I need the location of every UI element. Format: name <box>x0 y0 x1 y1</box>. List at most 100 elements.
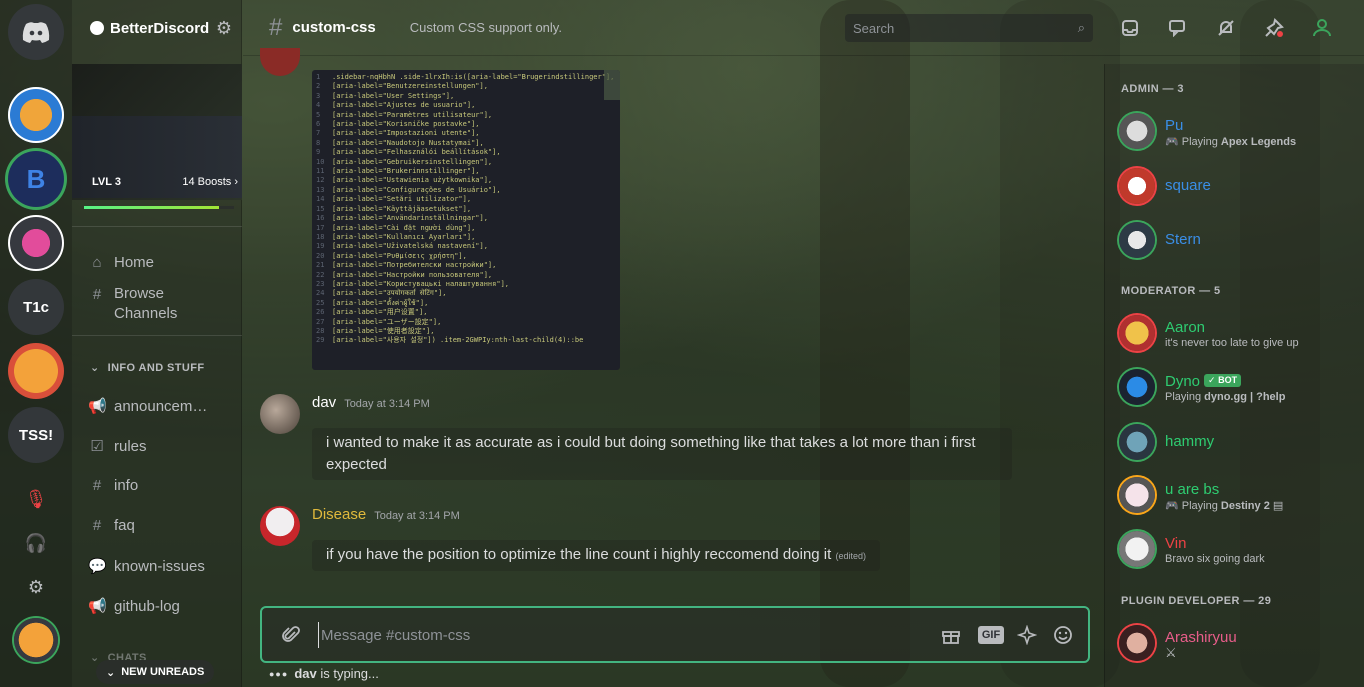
code-line: 19 [aria-label="Uživatelská nastavení"], <box>316 242 488 251</box>
server-icon-cat-blue[interactable] <box>8 87 64 143</box>
member-list-icon[interactable] <box>1310 16 1334 40</box>
attach-paperclip-icon[interactable] <box>278 622 304 648</box>
member-item[interactable]: hammy <box>1119 420 1359 464</box>
message-timestamp: Today at 3:14 PM <box>344 398 430 410</box>
member-item[interactable]: Dyno ✓ BOT Playing dyno.gg | ?help <box>1119 365 1359 409</box>
member-item[interactable]: square <box>1119 164 1359 208</box>
new-unreads-button[interactable]: ⌄ NEW UNREADS <box>96 660 215 684</box>
code-line: 15 [aria-label="Käyttäjäasetukset"], <box>316 204 472 213</box>
role-header-admin: ADMIN — 3 <box>1121 83 1184 95</box>
guild-settings-gear-icon[interactable]: ⚙ <box>216 18 232 39</box>
search-bar[interactable]: Search ⌕ <box>845 14 1093 42</box>
member-item[interactable]: Vin Bravo six going dark <box>1119 527 1359 571</box>
code-line: 22 [aria-label="Настройки пользователя"], <box>316 270 493 279</box>
avatar <box>1119 477 1155 513</box>
channel-github-log[interactable]: 📢 github-log <box>88 597 238 616</box>
avatar[interactable] <box>260 506 300 546</box>
search-icon: ⌕ <box>1077 20 1085 35</box>
channel-rules[interactable]: ☑ rules <box>88 437 238 456</box>
code-line: 9 [aria-label="Felhasználói beállítások"]… <box>316 148 501 157</box>
code-line: 16 [aria-label="Användarinställningar"], <box>316 214 488 223</box>
code-line: 7 [aria-label="Impostazioni utente"], <box>316 129 480 138</box>
guild-header[interactable]: BetterDiscord ⚙ <box>72 0 242 56</box>
threads-icon[interactable] <box>1166 16 1190 40</box>
channel-announcements[interactable]: 📢 announcem… <box>88 397 238 416</box>
message-author[interactable]: Disease <box>312 506 366 523</box>
code-line: 2 [aria-label="Benutzereinstellungen"], <box>316 82 488 91</box>
browse-channels-icon: # <box>92 286 102 303</box>
inbox-icon[interactable] <box>1118 16 1142 40</box>
pinned-messages-icon[interactable] <box>1262 16 1286 40</box>
code-screenshot-attachment[interactable]: 1 .sidebar-nqHbhN .side-1lrxIh:is([aria-l… <box>312 70 620 370</box>
boost-progress-row[interactable]: LVL 3 14 Boosts › <box>92 176 238 188</box>
code-line: 14 [aria-label="Setări utilizator"], <box>316 195 472 204</box>
game-controller-icon: 🎮 <box>1165 136 1179 148</box>
member-item[interactable]: Pu 🎮 Playing Apex Legends <box>1119 109 1359 153</box>
chevron-down-icon: ⌄ <box>90 652 100 664</box>
role-header-plugin-developer: PLUGIN DEVELOPER — 29 <box>1121 595 1272 607</box>
chevron-down-icon: ⌄ <box>90 362 100 374</box>
member-item[interactable]: Aaron it's never too late to give up <box>1119 311 1359 355</box>
megaphone-icon: 📢 <box>88 398 107 415</box>
avatar[interactable] <box>260 394 300 434</box>
code-line: 3 [aria-label="User Settings"], <box>316 91 455 100</box>
message-list: 1 .sidebar-nqHbhN .side-1lrxIh:is([aria-l… <box>243 48 1103 606</box>
code-line: 6 [aria-label="Korisničke postavke"], <box>316 120 480 129</box>
betterdiscord-logo-icon: B <box>26 163 46 194</box>
discord-home-button[interactable] <box>8 4 64 60</box>
user-avatar[interactable] <box>14 618 58 662</box>
member-item[interactable]: Arashiryuu ⚔ <box>1119 621 1359 665</box>
category-info-and-stuff[interactable]: ⌄ INFO AND STUFF <box>90 361 204 375</box>
code-minimap <box>604 70 620 100</box>
server-level: LVL 3 <box>92 176 121 188</box>
settings-gear-icon[interactable]: ⚙ <box>22 573 50 601</box>
gif-button[interactable]: GIF <box>978 626 1004 644</box>
game-controller-icon: 🎮 <box>1165 500 1179 512</box>
channel-header: # custom-css Custom CSS support only. Se… <box>243 0 1364 56</box>
headphones-icon[interactable]: 🎧 <box>22 529 50 557</box>
emoji-icon[interactable] <box>1050 622 1076 648</box>
code-line: 25 [aria-label="ตั้งค่าผู้ใช้"], <box>316 298 429 307</box>
nav-home[interactable]: ⌂ Home <box>88 254 238 271</box>
boost-count: 14 Boosts › <box>182 176 238 188</box>
server-icon-cat-orange[interactable] <box>8 343 64 399</box>
channel-topic[interactable]: Custom CSS support only. <box>410 20 562 35</box>
forum-icon: 💬 <box>88 558 107 575</box>
channel-info[interactable]: # info <box>88 477 238 494</box>
megaphone-icon: 📢 <box>88 598 107 615</box>
notification-bell-muted-icon[interactable] <box>1214 16 1238 40</box>
code-line: 11 [aria-label="Brukerinnstillinger"], <box>316 167 480 176</box>
code-line: 18 [aria-label="Kullanıcı Ayarları"], <box>316 232 476 241</box>
message-composer: GIF <box>260 606 1090 663</box>
message-author[interactable]: dav <box>312 394 336 411</box>
server-icon-tss[interactable]: TSS! <box>8 407 64 463</box>
typing-dots-icon: ●●● <box>269 668 289 679</box>
code-line: 24 [aria-label="उपयोगकर्ता सेटिंग"], <box>316 289 447 298</box>
server-icon-t1c[interactable]: T1c <box>8 279 64 335</box>
member-item[interactable]: Stern <box>1119 218 1359 262</box>
message-timestamp: Today at 3:14 PM <box>374 510 460 522</box>
avatar[interactable] <box>260 48 300 76</box>
member-item[interactable]: u are bs 🎮 Playing Destiny 2 ▤ <box>1119 473 1359 517</box>
avatar <box>1119 531 1155 567</box>
server-icon-betterdiscord[interactable]: B <box>8 151 64 207</box>
code-line: 13 [aria-label="Configurações de Usuário"… <box>316 185 501 194</box>
channel-known-issues[interactable]: 💬 known-issues <box>88 557 238 576</box>
message-input[interactable] <box>318 622 918 648</box>
channel-faq[interactable]: # faq <box>88 517 238 534</box>
code-line: 26 [aria-label="用户设置"], <box>316 308 428 317</box>
channel-name: custom-css <box>292 19 376 36</box>
avatar <box>1119 168 1155 204</box>
server-icon-pink[interactable] <box>8 215 64 271</box>
code-line: 8 [aria-label="Naudotojo Nustatymai"], <box>316 138 484 147</box>
sparkle-stickers-icon[interactable] <box>1014 622 1040 648</box>
gift-icon[interactable] <box>938 622 964 648</box>
code-line: 21 [aria-label="Потребителски настройки"]… <box>316 261 497 270</box>
avatar <box>1119 369 1155 405</box>
message-header: Disease Today at 3:14 PM <box>312 506 460 523</box>
mute-microphone-icon[interactable]: 🎙 <box>22 485 50 513</box>
nav-browse-channels[interactable]: # Browse Channels <box>88 284 238 324</box>
guild-name: BetterDiscord <box>110 19 210 37</box>
code-line: 12 [aria-label="Ustawienia użytkownika"], <box>316 176 493 185</box>
betterdiscord-icon <box>90 21 104 35</box>
